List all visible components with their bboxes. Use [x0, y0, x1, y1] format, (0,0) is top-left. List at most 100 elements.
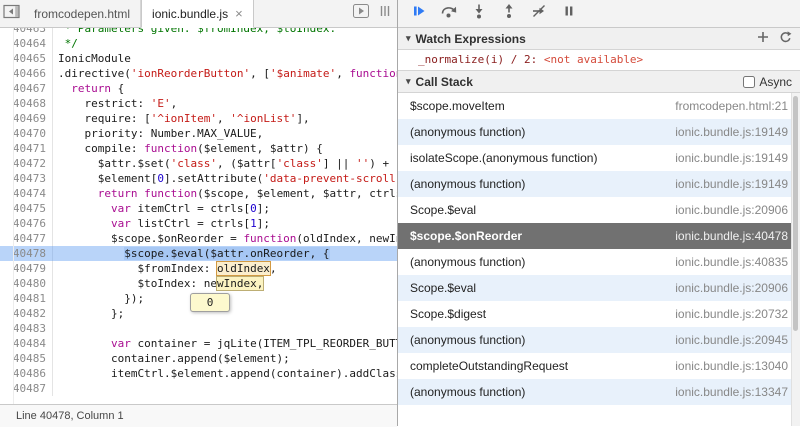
line-number[interactable]: 40471: [0, 141, 53, 156]
call-stack-frame[interactable]: (anonymous function) ionic.bundle.js:1334…: [398, 379, 800, 405]
tab-fromcodepen-html[interactable]: fromcodepen.html: [24, 0, 142, 27]
call-stack-header[interactable]: ▾ Call Stack Async: [398, 70, 800, 93]
code-text: compile: function($element, $attr) {: [58, 142, 323, 155]
line-number[interactable]: 40483: [0, 321, 53, 336]
devtools-window: fromcodepen.html ionic.bundle.js × 40463…: [0, 0, 800, 427]
play-box-button[interactable]: [349, 0, 373, 27]
call-stack-frame[interactable]: $scope.moveItem fromcodepen.html:21: [398, 93, 800, 119]
add-watch-button[interactable]: [757, 31, 769, 46]
line-number[interactable]: 40467: [0, 81, 53, 96]
tabbar-spacer: [254, 0, 349, 27]
pause-on-exceptions-button[interactable]: [556, 4, 582, 24]
code-line[interactable]: 40480 $toIndex: newIndex,: [0, 276, 397, 291]
code-line[interactable]: 40468 restrict: 'E',: [0, 96, 397, 111]
code-line[interactable]: 40465 IonicModule: [0, 51, 397, 66]
code-editor[interactable]: 40463 * Parameters given: $fromIndex, $t…: [0, 28, 397, 404]
code-text: itemCtrl.$element.append(container).addC…: [58, 367, 397, 380]
code-line[interactable]: 40484 var container = jqLite(ITEM_TPL_RE…: [0, 336, 397, 351]
call-stack-frame[interactable]: completeOutstandingRequest ionic.bundle.j…: [398, 353, 800, 379]
watch-expression-row[interactable]: _normalize(i) / 2: <not available>: [398, 50, 800, 70]
line-number[interactable]: 40473: [0, 171, 53, 186]
line-number[interactable]: 40464: [0, 36, 53, 51]
code-line[interactable]: 40467 return {: [0, 81, 397, 96]
deactivate-breakpoints-button[interactable]: [526, 4, 552, 24]
line-number[interactable]: 40476: [0, 216, 53, 231]
call-stack-frame[interactable]: isolateScope.(anonymous function) ionic.b…: [398, 145, 800, 171]
code-line[interactable]: 40479 $fromIndex: oldIndex,: [0, 261, 397, 276]
line-number[interactable]: 40470: [0, 126, 53, 141]
play-box-icon: [353, 4, 369, 23]
code-line[interactable]: 40487: [0, 381, 397, 396]
line-number[interactable]: 40465: [0, 51, 53, 66]
line-number[interactable]: 40469: [0, 111, 53, 126]
line-number[interactable]: 40477: [0, 231, 53, 246]
line-number[interactable]: 40482: [0, 306, 53, 321]
call-stack-frame[interactable]: (anonymous function) ionic.bundle.js:2094…: [398, 327, 800, 353]
line-number[interactable]: 40475: [0, 201, 53, 216]
code-line[interactable]: 40478 $scope.$eval($attr.onReorder, {: [0, 246, 397, 261]
line-number[interactable]: 40472: [0, 156, 53, 171]
code-line[interactable]: 40470 priority: Number.MAX_VALUE,: [0, 126, 397, 141]
watch-expressions-header[interactable]: ▾ Watch Expressions: [398, 28, 800, 50]
call-stack-frame[interactable]: (anonymous function) ionic.bundle.js:1914…: [398, 171, 800, 197]
lines-box-icon: [378, 4, 392, 23]
lines-box-button[interactable]: [373, 0, 397, 27]
line-number[interactable]: 40486: [0, 366, 53, 381]
resume-button[interactable]: [406, 4, 432, 24]
frame-function-name: (anonymous function): [410, 177, 526, 191]
watch-expression-text: _normalize(i) / 2:: [418, 53, 538, 66]
line-number[interactable]: 40484: [0, 336, 53, 351]
line-number[interactable]: 40485: [0, 351, 53, 366]
async-label: Async: [759, 74, 792, 89]
code-area: 40463 * Parameters given: $fromIndex, $t…: [0, 28, 397, 396]
call-stack-frame[interactable]: Scope.$digest ionic.bundle.js:20732: [398, 301, 800, 327]
call-stack-frame[interactable]: (anonymous function) ionic.bundle.js:1914…: [398, 119, 800, 145]
code-line[interactable]: 40477 $scope.$onReorder = function(oldIn…: [0, 231, 397, 246]
code-line[interactable]: 40473 $element[0].setAttribute('data-pre…: [0, 171, 397, 186]
call-stack-frame[interactable]: Scope.$eval ionic.bundle.js:20906: [398, 197, 800, 223]
step-over-button[interactable]: [436, 4, 462, 24]
call-stack-frame[interactable]: (anonymous function) ionic.bundle.js:4083…: [398, 249, 800, 275]
line-number[interactable]: 40481: [0, 291, 53, 306]
line-number[interactable]: 40487: [0, 381, 53, 396]
step-out-button[interactable]: [496, 4, 522, 24]
call-stack-frame[interactable]: $scope.$onReorder ionic.bundle.js:40478: [398, 223, 800, 249]
line-number[interactable]: 40479: [0, 261, 53, 276]
code-line[interactable]: 40471 compile: function($element, $attr)…: [0, 141, 397, 156]
variable-value-tooltip: 0: [190, 293, 230, 312]
sidebar-scrollbar[interactable]: [791, 93, 800, 426]
breakpoint-gutter[interactable]: [13, 28, 14, 404]
tab-ionic-bundle-js[interactable]: ionic.bundle.js ×: [141, 0, 254, 28]
line-number[interactable]: 40466: [0, 66, 53, 81]
code-line[interactable]: 40486 itemCtrl.$element.append(container…: [0, 366, 397, 381]
code-line[interactable]: 40466 .directive('ionReorderButton', ['$a…: [0, 66, 397, 81]
code-line[interactable]: 40469 require: ['^ionItem', '^ionList'],: [0, 111, 397, 126]
code-line[interactable]: 40472 $attr.$set('class', ($attr['class'…: [0, 156, 397, 171]
navigator-toggle-button[interactable]: [0, 0, 24, 27]
code-line[interactable]: 40475 var itemCtrl = ctrls[0];: [0, 201, 397, 216]
line-number[interactable]: 40478: [0, 246, 53, 261]
code-line[interactable]: 40463 * Parameters given: $fromIndex, $t…: [0, 28, 397, 36]
line-number[interactable]: 40468: [0, 96, 53, 111]
close-icon[interactable]: ×: [235, 7, 243, 20]
async-toggle[interactable]: Async: [743, 75, 792, 89]
line-number[interactable]: 40474: [0, 186, 53, 201]
step-over-icon: [440, 3, 458, 24]
scrollbar-thumb[interactable]: [793, 96, 798, 331]
call-stack-frame[interactable]: Scope.$eval ionic.bundle.js:20906: [398, 275, 800, 301]
frame-function-name: Scope.$digest: [410, 307, 487, 321]
refresh-button[interactable]: [779, 30, 792, 47]
step-into-button[interactable]: [466, 4, 492, 24]
code-line[interactable]: 40483: [0, 321, 397, 336]
line-number[interactable]: 40480: [0, 276, 53, 291]
async-checkbox[interactable]: [743, 75, 756, 88]
frame-function-name: (anonymous function): [410, 255, 526, 269]
code-line[interactable]: 40476 var listCtrl = ctrls[1];: [0, 216, 397, 231]
code-line[interactable]: 40474 return function($scope, $element, …: [0, 186, 397, 201]
code-line[interactable]: 40485 container.append($element);: [0, 351, 397, 366]
code-line[interactable]: 40464 */: [0, 36, 397, 51]
navigator-toggle-icon: [3, 4, 21, 24]
frame-function-name: (anonymous function): [410, 385, 526, 399]
line-number[interactable]: 40463: [0, 28, 53, 36]
